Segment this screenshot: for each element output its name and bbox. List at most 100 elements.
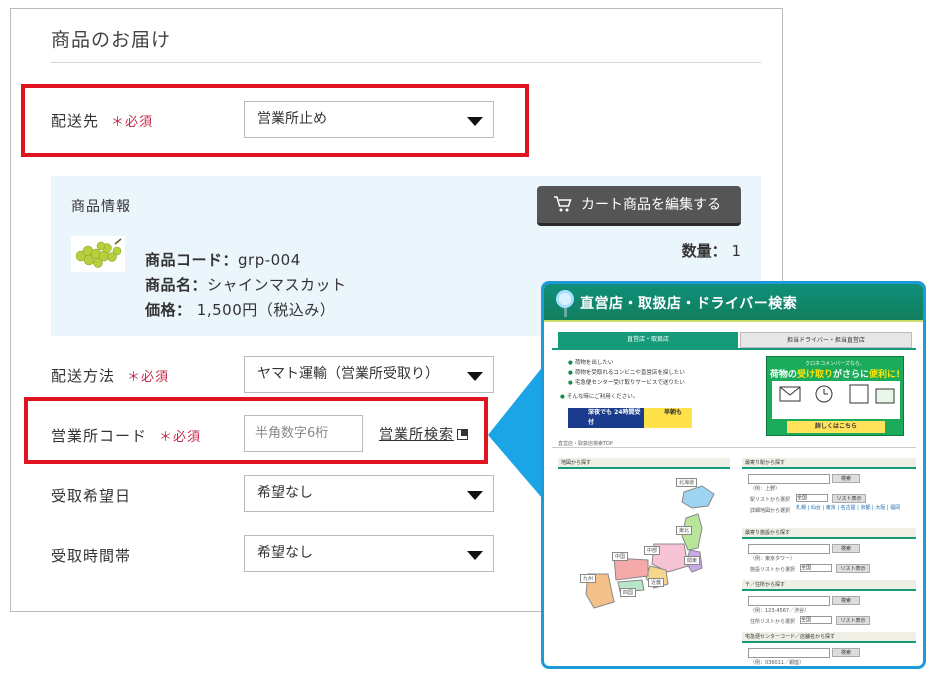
facility-example: （例：東京タワー）	[750, 556, 796, 562]
region-kinki[interactable]: 近畿	[648, 578, 665, 587]
shipping-method-label: 配送方法 ＊必須	[51, 365, 169, 386]
station-list-label: 駅リストから選択	[750, 497, 791, 503]
region-chugoku[interactable]: 中国	[612, 552, 629, 561]
night-banner[interactable]: 深夜でも 24時間受付	[568, 408, 644, 428]
region-tohoku[interactable]: 東北	[676, 526, 693, 535]
chevron-down-icon	[467, 551, 483, 560]
highlight-destination	[21, 84, 529, 157]
night-banner-text: 深夜でも 24時間受付	[588, 409, 641, 426]
station-list-button[interactable]: リスト表示	[832, 494, 866, 503]
station-area-links[interactable]: 札幌 | 仙台 | 東京 | 名古屋 | 京都 | 大阪 | 福岡	[796, 505, 914, 512]
center-search-heading: 宅急便センターコード／店舗名から探す	[742, 632, 916, 643]
chevron-down-icon	[467, 491, 483, 500]
preview-bullet: 宅急便センター受け取りサービスで送りたい	[568, 378, 685, 386]
shipping-method-value: ヤマト運輸（営業所受取り）	[257, 366, 439, 382]
center-search-button[interactable]: 検索	[832, 648, 860, 657]
region-hokkaido[interactable]: 北海道	[676, 478, 698, 487]
mail-clock-calendar-icon	[779, 384, 895, 404]
pickup-time-value: 希望なし	[257, 545, 313, 561]
banner-word-4: 便利に!	[868, 370, 901, 380]
address-example: （例：123-4567／渋谷）	[750, 608, 810, 614]
station-list-value: 全国	[797, 495, 808, 501]
facility-list-value: 全国	[801, 565, 812, 571]
quantity-label: 数量：	[681, 242, 727, 260]
center-example: （例：036011／銀座）	[750, 660, 805, 666]
station-example: （例：上野）	[750, 486, 781, 492]
region-chubu[interactable]: 中部	[644, 546, 661, 555]
product-thumbnail	[71, 236, 125, 272]
shipping-method-select[interactable]: ヤマト運輸（営業所受取り）	[244, 356, 494, 393]
quantity: 数量： 1	[682, 240, 741, 261]
address-list-value: 全国	[801, 617, 812, 623]
breadcrumb: 直営店・取扱店検索TOP	[558, 441, 614, 447]
japan-map-graphic	[585, 485, 715, 609]
product-price-label: 価格：	[145, 301, 192, 319]
morning-banner[interactable]: 早朝も	[644, 408, 692, 428]
highlight-office-code	[24, 397, 488, 464]
facility-search-button[interactable]: 検索	[832, 544, 860, 553]
chevron-down-icon	[467, 372, 483, 381]
region-kyushu[interactable]: 九州	[580, 574, 597, 583]
product-price: 価格： 1,500円（税込み）	[145, 299, 335, 320]
facility-list-label: 施設リストから選択	[750, 567, 796, 573]
station-list-select[interactable]: 全国	[796, 494, 828, 502]
pickup-date-select[interactable]: 希望なし	[244, 475, 494, 512]
address-list-select[interactable]: 全国	[800, 616, 832, 624]
address-list-button[interactable]: リスト表示	[836, 616, 870, 625]
cart-icon	[554, 196, 572, 212]
address-list-label: 住所リストから選択	[750, 619, 796, 625]
station-search-button[interactable]: 検索	[832, 474, 860, 483]
address-search-heading: 〒／住所から探す	[742, 580, 916, 591]
pickup-time-select[interactable]: 希望なし	[244, 535, 494, 572]
banner-word-1: 荷物の	[769, 370, 797, 380]
facility-list-select[interactable]: 全国	[800, 564, 832, 572]
tab-drivers[interactable]: 担当ドライバー・担当直営店	[740, 332, 912, 348]
page-title: 商品のお届け	[51, 29, 172, 51]
facility-list-button[interactable]: リスト表示	[836, 564, 870, 573]
banner-illustrations	[772, 381, 900, 419]
region-shikoku[interactable]: 四国	[620, 588, 637, 597]
center-input[interactable]	[748, 648, 830, 658]
morning-banner-text: 早朝も	[664, 409, 683, 416]
region-kanto[interactable]: 関東	[684, 556, 701, 565]
station-detail-label: 詳細地図から選択	[750, 508, 791, 514]
divider	[552, 447, 916, 448]
preview-title: 直営店・取扱店・ドライバー検索	[580, 296, 798, 312]
required-mark: ＊必須	[127, 370, 170, 385]
product-name-value: シャインマスカット	[207, 276, 347, 294]
facility-input[interactable]	[748, 544, 830, 554]
product-info-heading: 商品情報	[71, 199, 131, 215]
pickup-date-label: 受取希望日	[51, 487, 132, 505]
address-search-button[interactable]: 検索	[832, 596, 860, 605]
banner-more-button[interactable]: 詳しくはこちら	[787, 421, 885, 433]
map-search-heading: 地図から探す	[558, 458, 730, 469]
edit-cart-label: カート商品を編集する	[581, 197, 721, 213]
banner-word-2: 受け取り	[796, 370, 833, 380]
preview-note: そんな時にご利用ください。	[560, 392, 638, 400]
members-banner[interactable]: クロネコメンバーズなら、 荷物の受け取りがさらに便利に! 詳しくはこちら	[766, 356, 904, 436]
product-code-label: 商品コード：	[145, 251, 239, 269]
product-code: 商品コード：grp-004	[145, 249, 301, 270]
pickup-date-value: 希望なし	[257, 485, 313, 501]
tab-stores[interactable]: 直営店・取扱店	[558, 332, 738, 348]
quantity-value: 1	[731, 242, 741, 260]
product-code-value: grp-004	[238, 251, 301, 269]
product-price-value: 1,500円（税込み）	[196, 301, 336, 319]
station-search-heading: 最寄り駅から探す	[742, 458, 916, 469]
banner-line1: クロネコメンバーズなら、	[805, 361, 865, 367]
japan-map[interactable]: 北海道 東北 中部 関東 中国 近畿 四国 九州	[558, 474, 730, 612]
office-search-preview: 直営店・取扱店・ドライバー検索 直営店・取扱店 担当ドライバー・担当直営店 荷物…	[541, 281, 926, 669]
edit-cart-button[interactable]: カート商品を編集する	[537, 186, 741, 226]
callout-pointer	[488, 360, 548, 505]
divider	[51, 62, 761, 63]
facility-search-heading: 最寄り施設から探す	[742, 528, 916, 539]
preview-header: 直営店・取扱店・ドライバー検索	[544, 284, 923, 322]
address-input[interactable]	[748, 596, 830, 606]
preview-bullet: 荷物を受取れるコンビニや直営店を探したい	[568, 368, 685, 376]
station-input[interactable]	[748, 474, 830, 484]
pickup-time-label: 受取時間帯	[51, 547, 132, 565]
tab-underline	[552, 348, 916, 350]
magnifier-icon	[556, 290, 574, 317]
product-name: 商品名：シャインマスカット	[145, 274, 347, 295]
preview-bullet: 荷物を出したい	[568, 358, 614, 366]
